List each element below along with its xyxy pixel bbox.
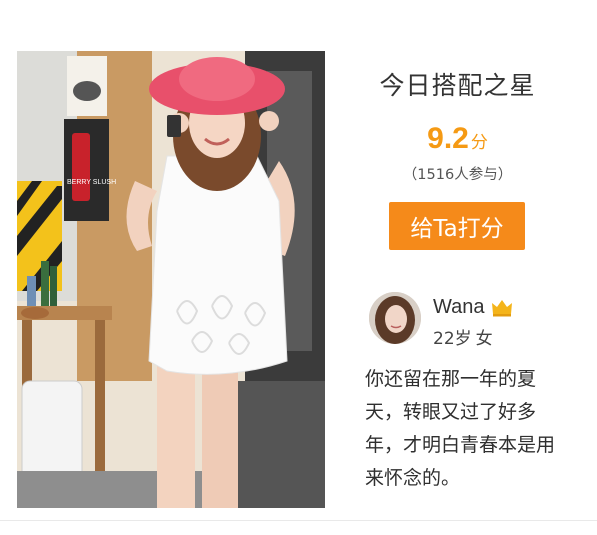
divider [0,520,597,521]
outfit-photo-illustration: BERRY SLUSH [17,51,325,508]
user-quote: 你还留在那一年的夏天，转眼又过了好多年，才明白青春本是用来怀念的。 [365,368,556,489]
user-name[interactable]: Wana [433,296,485,319]
avatar[interactable] [369,292,421,344]
user-gender: 女 [475,329,493,349]
score: 9.2 分 [340,122,575,156]
user-meta: 22岁女 [433,324,493,349]
outfit-star-card: BERRY SLUSH 今日搭配之星 9.2 分 （1516人参与） 给Ta打分… [0,0,597,535]
crown-icon [491,299,513,317]
avatar-image [369,292,421,344]
participant-count: （1516人参与） [402,167,513,183]
outfit-photo[interactable]: BERRY SLUSH [17,51,325,508]
photo-sign-text: BERRY SLUSH [67,179,116,186]
rate-button[interactable]: 给Ta打分 [389,202,525,250]
user-name-row: Wana [433,296,513,319]
score-value: 9.2 [427,122,469,155]
page-title: 今日搭配之星 [379,71,536,100]
score-unit: 分 [470,133,488,153]
user-age: 22岁 [433,329,472,349]
